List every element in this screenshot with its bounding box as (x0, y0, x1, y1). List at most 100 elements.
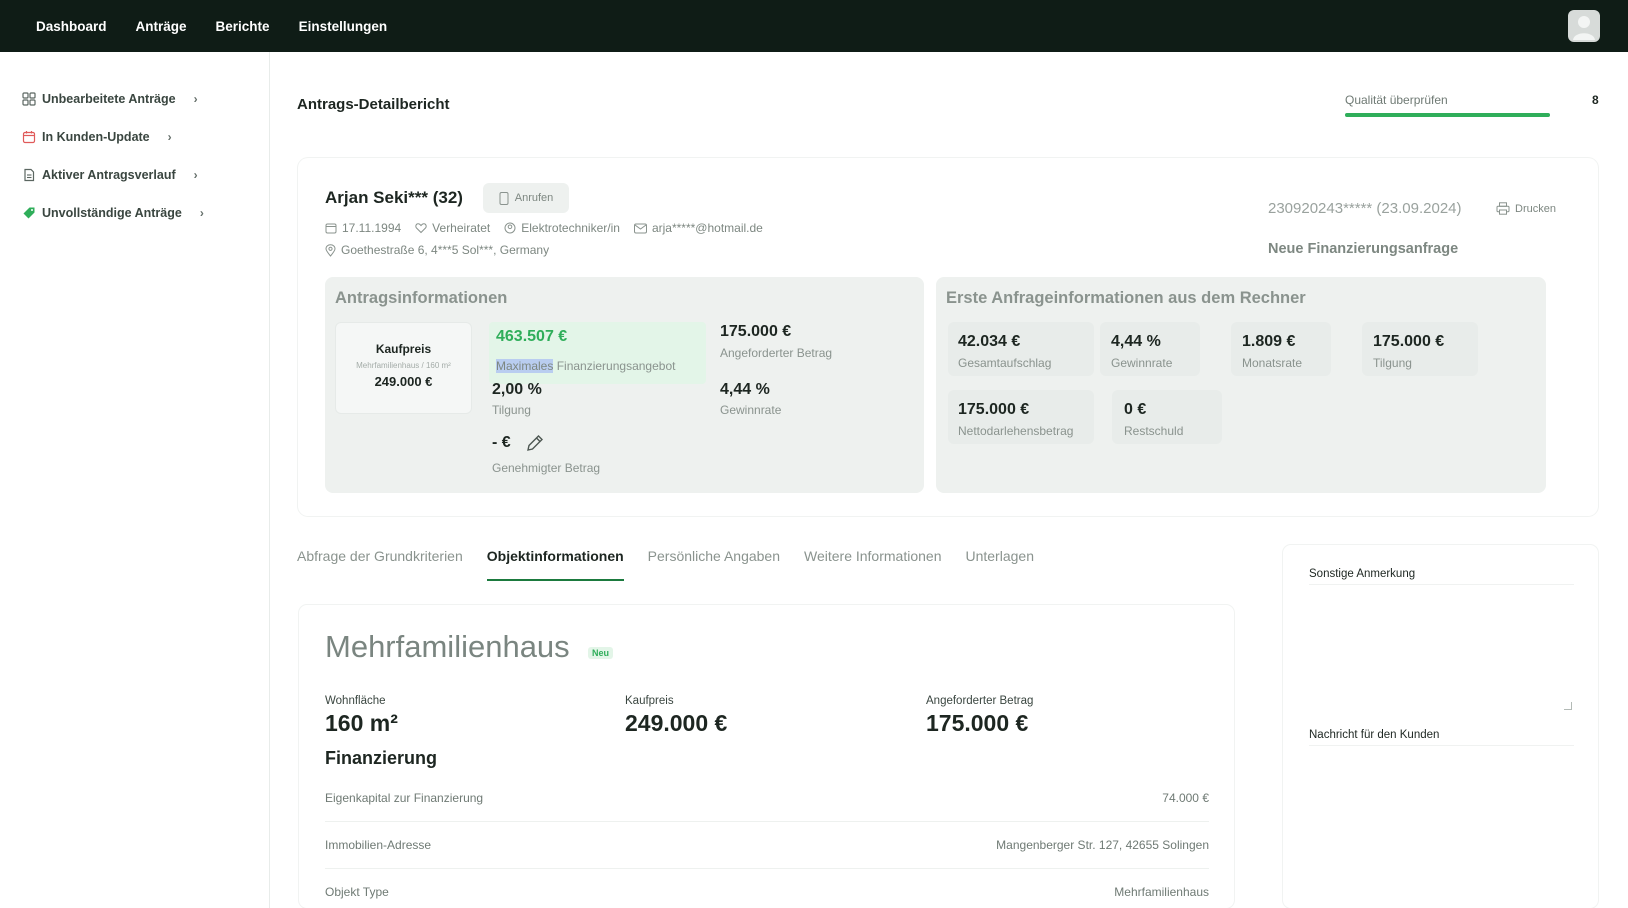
nav-antraege[interactable]: Anträge (136, 19, 187, 34)
rechner-value: 4,44 % (1111, 333, 1161, 350)
rechner-value: 0 € (1124, 401, 1147, 418)
tilgung-value: 2,00 % (492, 381, 542, 398)
document-icon (24, 168, 35, 182)
request-type: Neue Finanzierungsanfrage (1268, 241, 1459, 257)
sidebar-item-antragsverlauf[interactable]: Aktiver Antragsverlauf › (22, 164, 198, 186)
rechner-value: 1.809 € (1242, 333, 1296, 350)
notes-panel (1283, 545, 1598, 908)
birthdate-text: 17.11.1994 (342, 221, 402, 235)
chevron-right-icon: › (193, 92, 198, 106)
row-label: Immobilien-Adresse (325, 838, 432, 852)
nav-dashboard[interactable]: Dashboard (36, 19, 107, 34)
other-note-label: Sonstige Anmerkung (1309, 568, 1416, 580)
sidebar-item-label: In Kunden-Update (42, 130, 150, 144)
field-value: 249.000 € (625, 710, 728, 736)
call-button-label: Anrufen (514, 192, 554, 204)
main-nav: Dashboard Anträge Berichte Einstellungen (36, 0, 387, 52)
chevron-right-icon: › (199, 206, 204, 220)
quality-count: 8 (1592, 93, 1599, 107)
gewinnrate-value: 4,44 % (720, 381, 770, 398)
quality-progress-bar (1345, 113, 1550, 117)
rechner-label: Restschuld (1124, 424, 1184, 438)
sidebar-item-unvollstaendige[interactable]: Unvollständige Anträge › (22, 202, 204, 224)
row-label: Eigenkapital zur Finanzierung (325, 791, 484, 805)
approved-label: Genehmigter Betrag (492, 461, 601, 475)
applicant-address: Goethestraße 6, 4***5 Sol***, Germany (325, 243, 549, 257)
call-button[interactable]: Anrufen (483, 183, 569, 213)
object-title: Mehrfamilienhaus (325, 629, 570, 664)
nav-einstellungen[interactable]: Einstellungen (299, 19, 388, 34)
field-label: Angeforderter Betrag (926, 695, 1034, 707)
detail-tabs: Abfrage der Grundkriterien Objektinforma… (297, 548, 1034, 581)
rechner-value: 42.034 € (958, 333, 1021, 350)
row-value: Mangenberger Str. 127, 42655 Solingen (996, 838, 1209, 852)
phone-icon (499, 191, 509, 205)
other-note-textarea[interactable] (1309, 584, 1574, 585)
tab-unterlagen[interactable]: Unterlagen (965, 548, 1034, 581)
rechner-label: Nettodarlehensbetrag (958, 424, 1074, 438)
resize-handle[interactable] (1564, 702, 1572, 710)
field-label: Kaufpreis (625, 695, 674, 707)
approved-value: - € (492, 434, 511, 451)
print-label: Drucken (1515, 202, 1556, 215)
reference-number: 230920243***** (23.09.2024) (1268, 200, 1462, 217)
applicant-meta: 17.11.1994 Verheiratet Elektrotechniker/… (325, 221, 763, 235)
occupation: Elektrotechniker/in (504, 221, 620, 235)
gewinnrate-label: Gewinnrate (720, 403, 782, 417)
row-divider (325, 868, 1209, 869)
address: Goethestraße 6, 4***5 Sol***, Germany (325, 243, 549, 257)
email-text[interactable]: arja*****@hotmail.de (652, 221, 763, 235)
chevron-right-icon: › (193, 168, 198, 182)
rechner-label: Gesamtaufschlag (958, 356, 1052, 370)
top-navigation-bar: Dashboard Anträge Berichte Einstellungen (0, 0, 1628, 52)
occupation-text: Elektrotechniker/in (521, 221, 620, 235)
max-offer-value: 463.507 € (496, 328, 568, 345)
tab-grundkriterien[interactable]: Abfrage der Grundkriterien (297, 548, 463, 581)
quality-progress-fill (1345, 113, 1550, 117)
sidebar-item-unbearbeitete[interactable]: Unbearbeitete Anträge › (22, 88, 198, 110)
address-text: Goethestraße 6, 4***5 Sol***, Germany (341, 243, 550, 257)
tab-weitere-informationen[interactable]: Weitere Informationen (804, 548, 941, 581)
person-icon (504, 222, 516, 234)
nav-berichte[interactable]: Berichte (216, 19, 270, 34)
rechner-info-title: Erste Anfrageinformationen aus dem Rechn… (946, 289, 1306, 307)
antrag-info-title: Antragsinformationen (335, 289, 508, 307)
user-icon (1573, 16, 1595, 40)
max-offer-label: Maximales Finanzierungsangebot (496, 359, 675, 373)
grid-icon (22, 92, 36, 106)
rechner-label: Monatsrate (1242, 356, 1303, 370)
row-value: Mehrfamilienhaus (1114, 885, 1209, 899)
row-divider (325, 821, 1209, 822)
financing-title: Finanzierung (325, 748, 437, 768)
tab-persoenliche-angaben[interactable]: Persönliche Angaben (648, 548, 780, 581)
sidebar-item-label: Unvollständige Anträge (42, 206, 182, 220)
user-avatar[interactable] (1568, 10, 1600, 42)
print-button[interactable]: Drucken (1496, 202, 1556, 215)
tilgung-label: Tilgung (492, 403, 531, 417)
message-label: Nachricht für den Kunden (1309, 729, 1440, 741)
sidebar: Unbearbeitete Anträge › In Kunden-Update… (0, 52, 270, 908)
field-label: Wohnfläche (325, 695, 386, 707)
kaufpreis-label: Kaufpreis (375, 342, 432, 356)
kaufpreis-subtitle: Mehrfamilienhaus / 160 m² (356, 361, 451, 370)
email: arja*****@hotmail.de (633, 221, 763, 235)
calendar-icon (325, 223, 337, 234)
kaufpreis-value: 249.000 € (374, 374, 433, 389)
chevron-right-icon: › (167, 130, 172, 144)
message-textarea[interactable] (1309, 745, 1574, 746)
rechner-label: Tilgung (1373, 356, 1412, 370)
sidebar-item-label: Unbearbeitete Anträge (42, 92, 176, 106)
sidebar-item-kunden-update[interactable]: In Kunden-Update › (22, 126, 172, 148)
rechner-info-panel: Erste Anfrageinformationen aus dem Rechn… (936, 277, 1546, 493)
marital-status-text: Verheiratet (432, 221, 491, 235)
kaufpreis-box: Kaufpreis Mehrfamilienhaus / 160 m² 249.… (335, 322, 472, 414)
pencil-icon[interactable] (525, 433, 545, 453)
birthdate: 17.11.1994 (325, 221, 401, 235)
heart-icon (415, 223, 427, 234)
quality-check-label[interactable]: Qualität überprüfen (1345, 93, 1448, 107)
rechner-value: 175.000 € (1373, 333, 1445, 350)
tab-objektinformationen[interactable]: Objektinformationen (486, 548, 624, 581)
tag-icon (23, 207, 35, 219)
max-offer-label-highlight: Maximales (496, 359, 554, 373)
row-label: Objekt Type (325, 885, 389, 899)
